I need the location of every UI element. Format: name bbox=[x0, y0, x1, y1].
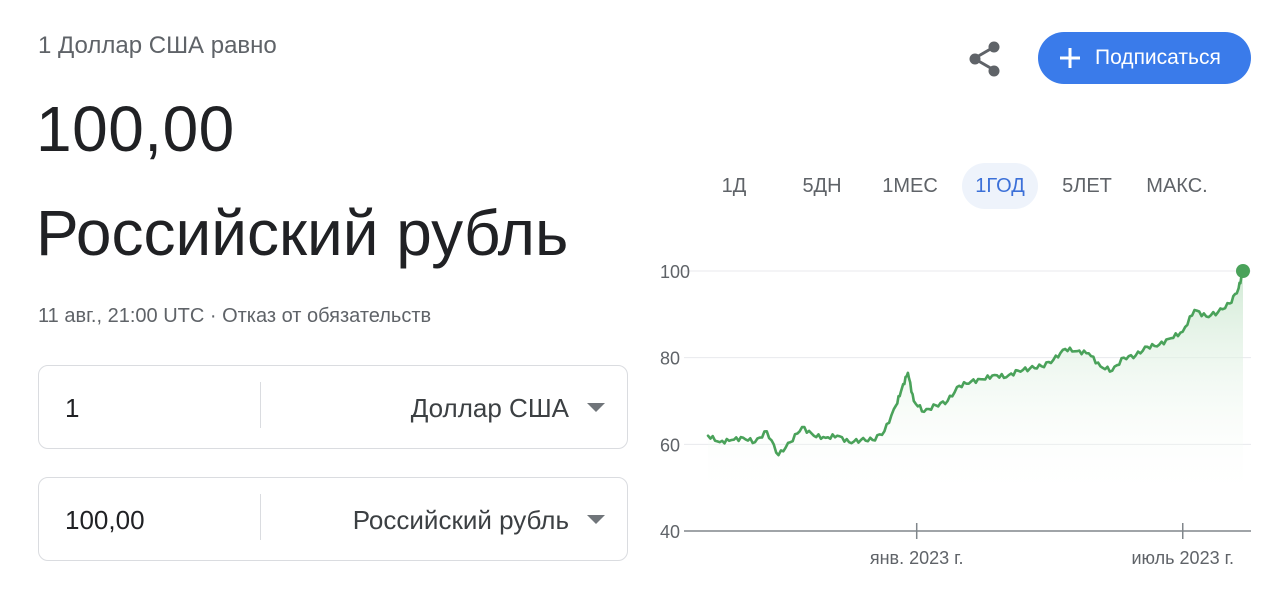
data-point bbox=[1205, 315, 1207, 317]
plus-icon bbox=[1060, 48, 1080, 68]
data-point bbox=[923, 411, 925, 413]
x-tick-label: янв. 2023 г. bbox=[870, 548, 964, 568]
data-point bbox=[1064, 348, 1066, 350]
data-point bbox=[1135, 354, 1137, 356]
x-tick-label: июль 2023 г. bbox=[1132, 548, 1234, 568]
timestamp-line: 11 авг., 21:00 UTC · Отказ от обязательс… bbox=[38, 305, 431, 328]
y-tick-label: 60 bbox=[660, 435, 680, 455]
data-point bbox=[707, 434, 709, 436]
data-point bbox=[1217, 311, 1219, 313]
data-point bbox=[907, 372, 909, 374]
y-tick-label: 80 bbox=[660, 349, 680, 369]
amount-input-from[interactable]: 1 bbox=[65, 366, 79, 450]
data-point bbox=[742, 437, 744, 439]
tab-range-1m[interactable]: 1МЕС bbox=[870, 163, 950, 209]
data-point bbox=[777, 454, 779, 456]
data-point bbox=[754, 441, 756, 443]
data-point bbox=[1017, 369, 1019, 371]
tab-range-1y[interactable]: 1ГОД bbox=[962, 163, 1038, 209]
disclaimer-link[interactable]: Отказ от обязательств bbox=[222, 305, 431, 327]
data-point bbox=[1146, 346, 1148, 348]
data-point bbox=[824, 437, 826, 439]
subscribe-button[interactable]: Подписаться bbox=[1038, 32, 1251, 84]
chevron-down-icon[interactable] bbox=[587, 403, 605, 412]
currency-select-to[interactable]: Российский рубль bbox=[353, 478, 569, 562]
data-point bbox=[958, 385, 960, 387]
data-point bbox=[1170, 337, 1172, 339]
tab-range-max[interactable]: МАКС. bbox=[1134, 163, 1220, 209]
data-point bbox=[946, 400, 948, 402]
data-point bbox=[883, 430, 885, 432]
converter-row-to: 100,00 Российский рубль bbox=[38, 477, 628, 561]
share-icon[interactable] bbox=[964, 38, 1006, 80]
data-point bbox=[1123, 356, 1125, 358]
data-point bbox=[766, 430, 768, 432]
subscribe-label: Подписаться bbox=[1095, 46, 1221, 69]
data-point bbox=[789, 441, 791, 443]
amount-input-to[interactable]: 100,00 bbox=[65, 478, 145, 562]
data-point bbox=[1029, 367, 1031, 369]
data-point bbox=[1182, 330, 1184, 332]
data-point bbox=[935, 404, 937, 406]
data-point bbox=[1040, 365, 1042, 367]
current-value-marker bbox=[1236, 264, 1250, 278]
data-point bbox=[901, 387, 903, 389]
chevron-down-icon[interactable] bbox=[587, 515, 605, 524]
y-tick-label: 100 bbox=[660, 262, 690, 282]
data-point bbox=[1193, 309, 1195, 311]
timestamp: 11 авг., 21:00 UTC bbox=[38, 305, 205, 327]
tab-range-5d[interactable]: 5ДН bbox=[790, 163, 854, 209]
data-point bbox=[801, 426, 803, 428]
conversion-result-currency: Российский рубль bbox=[36, 197, 569, 269]
converter-row-from: 1 Доллар США bbox=[38, 365, 628, 449]
data-point bbox=[813, 434, 815, 436]
data-point bbox=[719, 441, 721, 443]
data-point bbox=[1087, 352, 1089, 354]
exchange-rate-chart[interactable]: 100 80 60 40 янв. 2023 г. июль 2023 г. bbox=[640, 240, 1260, 580]
data-point bbox=[895, 404, 897, 406]
data-point bbox=[1111, 369, 1113, 371]
data-point bbox=[1005, 376, 1007, 378]
data-point bbox=[1158, 343, 1160, 345]
data-point bbox=[913, 400, 915, 402]
conversion-result-value: 100,00 bbox=[36, 93, 235, 165]
data-point bbox=[1237, 287, 1239, 289]
data-point bbox=[836, 434, 838, 436]
tab-range-5y[interactable]: 5ЛЕТ bbox=[1050, 163, 1124, 209]
divider bbox=[260, 382, 261, 428]
data-point bbox=[970, 380, 972, 382]
currency-select-from[interactable]: Доллар США bbox=[411, 366, 569, 450]
data-point bbox=[982, 378, 984, 380]
data-point bbox=[848, 441, 850, 443]
y-tick-label: 40 bbox=[660, 522, 680, 542]
data-point bbox=[1052, 359, 1054, 361]
result-subtitle: 1 Доллар США равно bbox=[38, 32, 277, 59]
data-point bbox=[1229, 302, 1231, 304]
tab-range-1d[interactable]: 1Д bbox=[706, 163, 762, 209]
meta-separator: · bbox=[204, 305, 223, 327]
data-point bbox=[993, 374, 995, 376]
data-point bbox=[1076, 350, 1078, 352]
data-point bbox=[1099, 365, 1101, 367]
data-point bbox=[871, 439, 873, 441]
data-point bbox=[730, 439, 732, 441]
data-point bbox=[860, 439, 862, 441]
divider bbox=[260, 494, 261, 540]
series-area-fill bbox=[708, 271, 1243, 501]
